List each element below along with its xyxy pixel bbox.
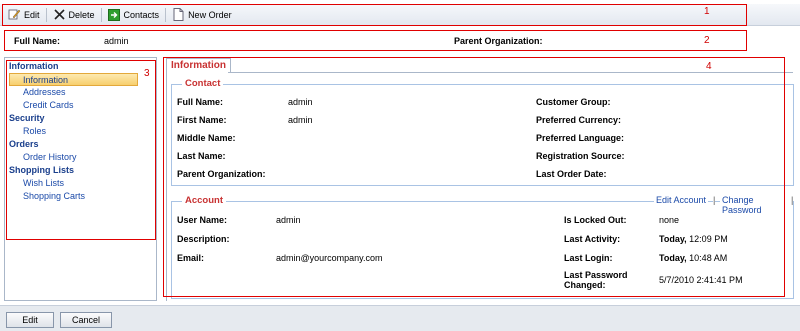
locked-out-label: Is Locked Out: bbox=[564, 215, 627, 225]
nav-group-orders: Orders bbox=[9, 139, 39, 149]
delete-icon bbox=[53, 8, 66, 21]
new-order-button[interactable]: New Order bbox=[168, 6, 236, 24]
registration-source-label: Registration Source: bbox=[536, 151, 625, 161]
toolbar-separator bbox=[45, 7, 47, 22]
email-value: admin@yourcompany.com bbox=[276, 253, 383, 263]
edit-label: Edit bbox=[24, 9, 40, 20]
nav-item-shopping-carts[interactable]: Shopping Carts bbox=[5, 190, 156, 203]
user-name-label: User Name: bbox=[177, 215, 228, 225]
last-activity-value: Today, 12:09 PM bbox=[659, 234, 728, 244]
contact-first-name-label: First Name: bbox=[177, 115, 227, 125]
locked-out-value: none bbox=[659, 215, 680, 225]
email-label: Email: bbox=[177, 253, 205, 263]
contact-section: Contact Full Name: admin First Name: adm… bbox=[171, 78, 794, 186]
link-separator: | bbox=[791, 195, 794, 205]
link-separator: | bbox=[713, 195, 716, 205]
callout-1: 1 bbox=[704, 6, 710, 17]
last-activity-day: Today, bbox=[659, 234, 687, 244]
last-password-label-line2: Changed: bbox=[564, 280, 606, 290]
contact-last-name-label: Last Name: bbox=[177, 151, 226, 161]
callout-2: 2 bbox=[704, 35, 710, 46]
callout-3: 3 bbox=[144, 68, 150, 79]
toolbar: Edit Delete Contacts New Order bbox=[0, 4, 800, 26]
header-full-name-value: admin bbox=[104, 36, 129, 46]
contacts-icon bbox=[108, 8, 121, 21]
last-password-changed-value: 5/7/2010 2:41:41 PM bbox=[659, 275, 743, 285]
last-login-day: Today, bbox=[659, 253, 687, 263]
last-activity-label: Last Activity: bbox=[564, 234, 621, 244]
callout-4: 4 bbox=[706, 61, 712, 72]
header-bar: Full Name: admin Parent Organization: bbox=[0, 30, 800, 52]
last-login-value: Today, 10:48 AM bbox=[659, 253, 727, 263]
preferred-currency-label: Preferred Currency: bbox=[536, 115, 622, 125]
last-password-label-line1: Last Password bbox=[564, 270, 628, 280]
last-password-changed-label: Last Password Changed: bbox=[564, 270, 628, 290]
contact-middle-name-label: Middle Name: bbox=[177, 133, 236, 143]
nav-group-security: Security bbox=[9, 113, 45, 123]
nav-group-shopping-lists: Shopping Lists bbox=[9, 165, 74, 175]
nav-item-wish-lists[interactable]: Wish Lists bbox=[5, 177, 156, 190]
nav-item-addresses[interactable]: Addresses bbox=[5, 86, 156, 99]
delete-label: Delete bbox=[68, 9, 95, 20]
toolbar-separator bbox=[100, 7, 102, 22]
contact-legend: Contact bbox=[182, 78, 224, 89]
account-legend: Account bbox=[182, 195, 226, 206]
edit-bottom-button[interactable]: Edit bbox=[6, 312, 54, 328]
last-order-date-label: Last Order Date: bbox=[536, 169, 607, 179]
bottom-bar: Edit Cancel bbox=[0, 305, 800, 331]
contacts-button[interactable]: Contacts bbox=[104, 6, 164, 24]
customer-group-label: Customer Group: bbox=[536, 97, 611, 107]
new-order-label: New Order bbox=[188, 9, 232, 20]
edit-icon bbox=[8, 8, 21, 21]
left-nav: Information Information Addresses Credit… bbox=[4, 57, 157, 301]
contact-first-name-value: admin bbox=[288, 115, 313, 125]
cancel-button[interactable]: Cancel bbox=[60, 312, 112, 328]
tab-content: Contact Full Name: admin First Name: adm… bbox=[166, 72, 794, 301]
account-section: Account Edit Account | Change Password |… bbox=[171, 195, 794, 299]
contacts-label: Contacts bbox=[123, 9, 160, 20]
last-activity-time: 12:09 PM bbox=[686, 234, 728, 244]
nav-item-order-history[interactable]: Order History bbox=[5, 151, 156, 164]
change-password-link[interactable]: Change Password bbox=[720, 195, 793, 215]
header-parent-org-label: Parent Organization: bbox=[454, 36, 543, 46]
user-name-value: admin bbox=[276, 215, 301, 225]
description-label: Description: bbox=[177, 234, 230, 244]
delete-button[interactable]: Delete bbox=[49, 6, 99, 24]
contact-full-name-label: Full Name: bbox=[177, 97, 224, 107]
contact-parent-org-label: Parent Organization: bbox=[177, 169, 266, 179]
contact-full-name-value: admin bbox=[288, 97, 313, 107]
header-full-name-label: Full Name: bbox=[14, 36, 61, 46]
nav-item-credit-cards[interactable]: Credit Cards bbox=[5, 99, 156, 112]
last-login-time: 10:48 AM bbox=[686, 253, 728, 263]
nav-item-information[interactable]: Information bbox=[9, 73, 138, 86]
last-login-label: Last Login: bbox=[564, 253, 613, 263]
toolbar-separator bbox=[165, 7, 167, 22]
nav-item-roles[interactable]: Roles bbox=[5, 125, 156, 138]
edit-account-link[interactable]: Edit Account bbox=[654, 195, 709, 205]
main-panel: Information Contact Full Name: admin Fir… bbox=[163, 57, 794, 301]
new-order-icon bbox=[172, 8, 185, 21]
preferred-language-label: Preferred Language: bbox=[536, 133, 625, 143]
nav-group-information: Information bbox=[9, 61, 59, 71]
edit-button[interactable]: Edit bbox=[4, 6, 44, 24]
tab-information[interactable]: Information bbox=[166, 58, 231, 72]
